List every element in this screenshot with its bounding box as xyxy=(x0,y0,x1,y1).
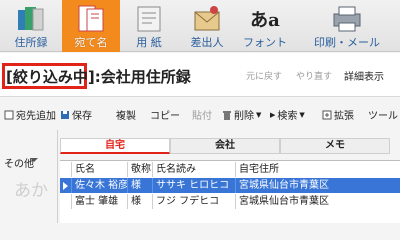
ribbon: 住所録 宛て名 用 紙 差出人 あa フォント 印刷・メール xyxy=(0,0,400,52)
page-title: [絞り込み中]:会社用住所録 xyxy=(6,66,191,87)
tab-memo[interactable]: メモ xyxy=(280,138,390,154)
cell-home-address[interactable]: 宮城県仙台市青葉区 xyxy=(236,178,400,193)
search-button[interactable]: ▶ 検索 ▼ xyxy=(270,107,305,123)
ribbon-label: 差出人 xyxy=(190,36,224,49)
ribbon-atena[interactable]: 宛て名 xyxy=(62,0,120,52)
font-icon: あa xyxy=(250,10,280,31)
chevron-right-icon: ▶ xyxy=(270,110,276,119)
column-header[interactable]: 自宅住所 xyxy=(236,162,400,177)
column-header[interactable]: 敬称 xyxy=(128,162,153,177)
cell-name[interactable]: 富士 肇雄 xyxy=(72,194,128,209)
ribbon-label: 印刷・メール xyxy=(314,36,380,49)
ribbon-address-book[interactable]: 住所録 xyxy=(0,0,62,52)
add-address-button[interactable]: 宛先追加 xyxy=(4,107,56,122)
sender-envelope-icon xyxy=(190,4,224,34)
ribbon-print-mail[interactable]: 印刷・メール xyxy=(294,0,400,52)
tab-company[interactable]: 会社 xyxy=(170,138,280,154)
chevron-down-icon: ▼ xyxy=(256,110,262,119)
tools-button[interactable]: ツール xyxy=(368,107,398,122)
save-button[interactable]: 保存 xyxy=(60,107,92,122)
table-header: 氏名 敬称 氏名読み 自宅住所 xyxy=(60,162,400,177)
add-card-icon xyxy=(4,110,14,120)
address-book-icon xyxy=(14,4,48,34)
trash-icon xyxy=(222,110,232,120)
filter-status: [絞り込み中] xyxy=(6,68,95,86)
column-header[interactable]: 氏名 xyxy=(72,162,128,177)
printer-icon xyxy=(330,4,364,34)
save-icon xyxy=(60,110,70,120)
cell-reading[interactable]: フジ フデヒコ xyxy=(153,194,236,209)
delete-button[interactable]: 削除 ▼ xyxy=(222,107,261,122)
ribbon-label: フォント xyxy=(243,36,287,49)
column-header[interactable]: 氏名読み xyxy=(153,162,236,177)
chevron-down-icon: ▼ xyxy=(299,110,305,119)
redo-button[interactable]: やり直す xyxy=(296,69,332,82)
cell-name[interactable]: 佐々木 裕彦 xyxy=(72,178,128,193)
paste-button[interactable]: 貼付 xyxy=(192,107,212,122)
row-pointer-icon xyxy=(63,182,68,190)
ribbon-font[interactable]: あa フォント xyxy=(236,0,294,52)
undo-button[interactable]: 元に戻す xyxy=(246,69,282,82)
paper-icon xyxy=(132,4,166,34)
detail-view-button[interactable]: 詳細表示 xyxy=(344,68,384,83)
ribbon-label: 用 紙 xyxy=(136,36,162,49)
table-row[interactable]: 佐々木 裕彦 様 ササキ ヒロヒコ 宮城県仙台市青葉区 xyxy=(60,178,400,193)
cell-home-address[interactable]: 宮城県仙台市青葉区 xyxy=(236,194,400,209)
cell-honorific[interactable]: 様 xyxy=(128,178,153,193)
expand-button[interactable]: 拡張 xyxy=(322,107,354,122)
tab-home[interactable]: 自宅 xyxy=(60,138,170,154)
cell-reading[interactable]: ササキ ヒロヒコ xyxy=(153,178,236,193)
address-book-name: :会社用住所録 xyxy=(94,68,191,86)
cell-honorific[interactable]: 様 xyxy=(128,194,153,209)
ribbon-label: 住所録 xyxy=(14,36,48,49)
kana-index[interactable]: あか xyxy=(14,176,48,201)
ribbon-paper[interactable]: 用 紙 xyxy=(120,0,178,52)
ribbon-sender[interactable]: 差出人 xyxy=(178,0,236,52)
table-row[interactable]: 富士 肇雄 様 フジ フデヒコ 宮城県仙台市青葉区 xyxy=(60,194,400,209)
postcard-icon xyxy=(74,4,108,34)
copy-button[interactable]: コピー xyxy=(150,107,180,122)
duplicate-button[interactable]: 複製 xyxy=(116,107,136,122)
expand-icon xyxy=(322,110,332,120)
chevron-down-icon xyxy=(30,158,38,162)
ribbon-label: 宛て名 xyxy=(74,36,108,49)
